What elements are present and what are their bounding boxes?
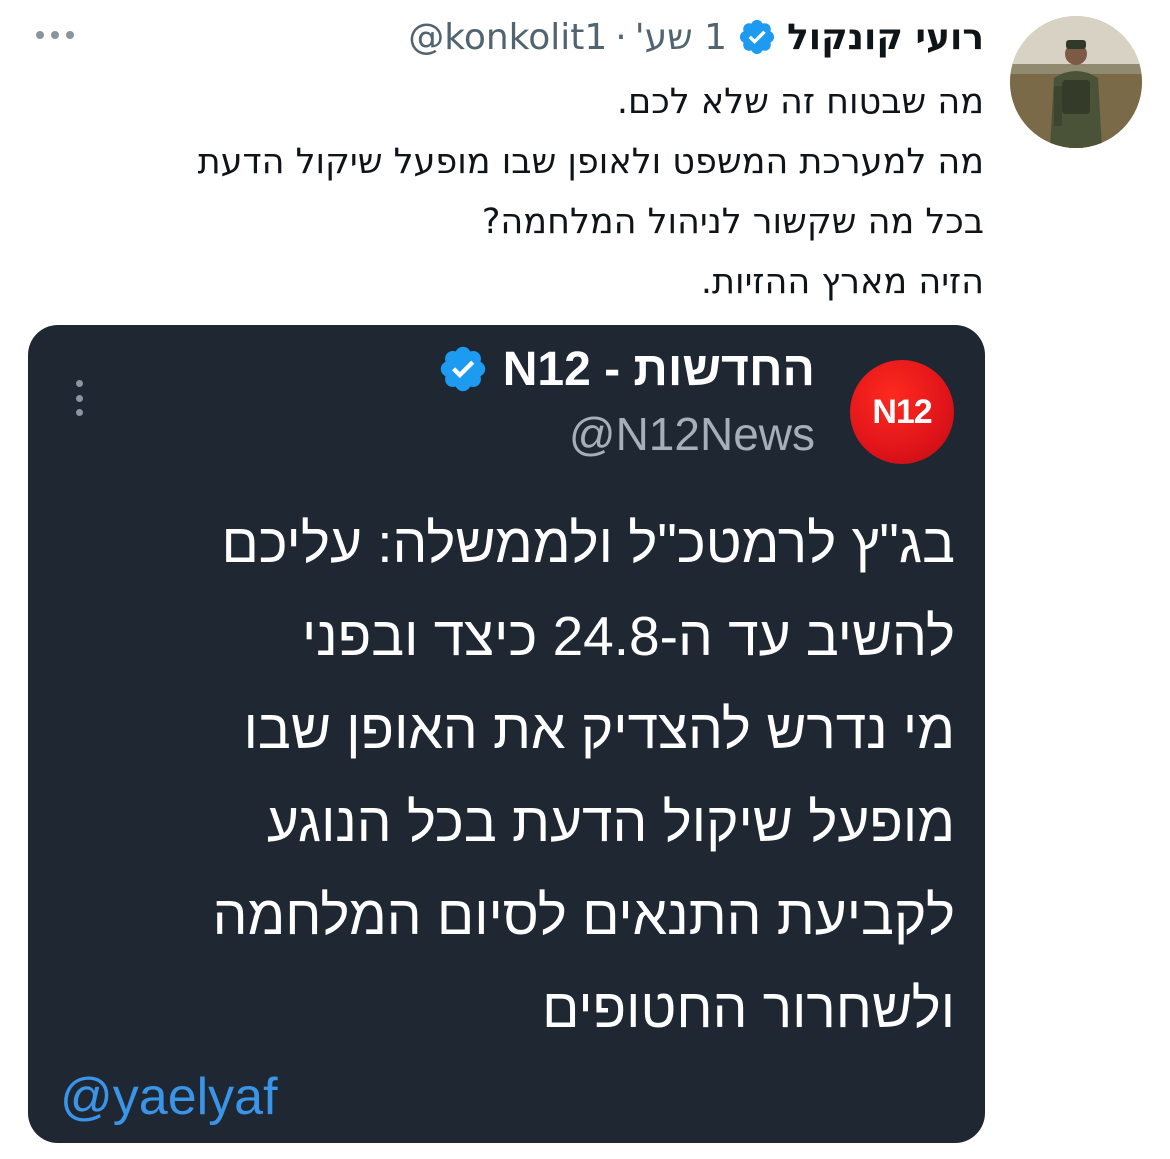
avatar-photo bbox=[1010, 16, 1142, 148]
tweet-text-line: בכל מה שקשור לניהול המלחמה? bbox=[481, 202, 984, 242]
tweet-header: רועי קונקול @konkolit1 · 1 שע' bbox=[408, 12, 984, 62]
meta-separator: · bbox=[615, 16, 627, 58]
n12-logo: N12 bbox=[850, 360, 954, 464]
embedded-body-line: מי נדרש להצדיק את האופן שבו bbox=[243, 698, 955, 760]
author-handle[interactable]: @konkolit1 bbox=[408, 17, 607, 58]
author-name[interactable]: רועי קונקול bbox=[787, 17, 984, 58]
embedded-more-dot bbox=[75, 394, 83, 402]
embedded-more-icon bbox=[74, 380, 84, 416]
embedded-body-line: ולשחרור החטופים bbox=[542, 977, 955, 1039]
embedded-header: החדשות - N12 bbox=[437, 337, 815, 401]
more-dot bbox=[36, 31, 44, 39]
tweet-text-line: הזיה מארץ ההזיות. bbox=[700, 262, 984, 302]
more-options-button[interactable] bbox=[30, 22, 80, 48]
verified-badge-icon bbox=[739, 19, 775, 55]
embedded-body-line: בג"ץ לרמטכ"ל ולממשלה: עליכם bbox=[221, 512, 955, 574]
tweet-timestamp[interactable]: 1 שע' bbox=[635, 17, 727, 58]
tweet-meta: @konkolit1 · 1 שע' bbox=[408, 17, 727, 58]
tweet-media-image[interactable]: N12 החדשות - N12 @N12News בג"ץ לרמטכ"ל ו… bbox=[28, 325, 985, 1143]
embedded-body-line: מופעל שיקול הדעת בכל הנוגע bbox=[266, 791, 955, 853]
watermark-handle: @yaelyaf bbox=[60, 1068, 278, 1126]
embedded-more-dot bbox=[75, 409, 83, 416]
embedded-body-line: להשיב עד ה-24.8 כיצד ובפני bbox=[302, 605, 955, 667]
embedded-verified-badge-icon bbox=[440, 346, 485, 392]
avatar[interactable] bbox=[1010, 16, 1142, 148]
more-dot bbox=[51, 31, 59, 39]
embedded-body-line: לקביעת התנאים לסיום המלחמה bbox=[212, 884, 955, 946]
embedded-more-dot bbox=[75, 380, 83, 387]
tweet-text-line: מה למערכת המשפט ולאופן שבו מופעל שיקול ה… bbox=[197, 142, 984, 182]
embedded-body: בג"ץ לרמטכ"ל ולממשלה: עליכם להשיב עד ה-2… bbox=[55, 497, 955, 1055]
tweet-text: מה שבטוח זה שלא לכם. מה למערכת המשפט ולא… bbox=[84, 72, 984, 312]
embedded-author-name: החדשות - N12 bbox=[502, 342, 815, 396]
more-dot bbox=[66, 31, 74, 39]
n12-logo-text: N12 bbox=[872, 392, 932, 431]
tweet-text-line: מה שבטוח זה שלא לכם. bbox=[616, 82, 984, 122]
embedded-handle: @N12News bbox=[568, 408, 815, 460]
